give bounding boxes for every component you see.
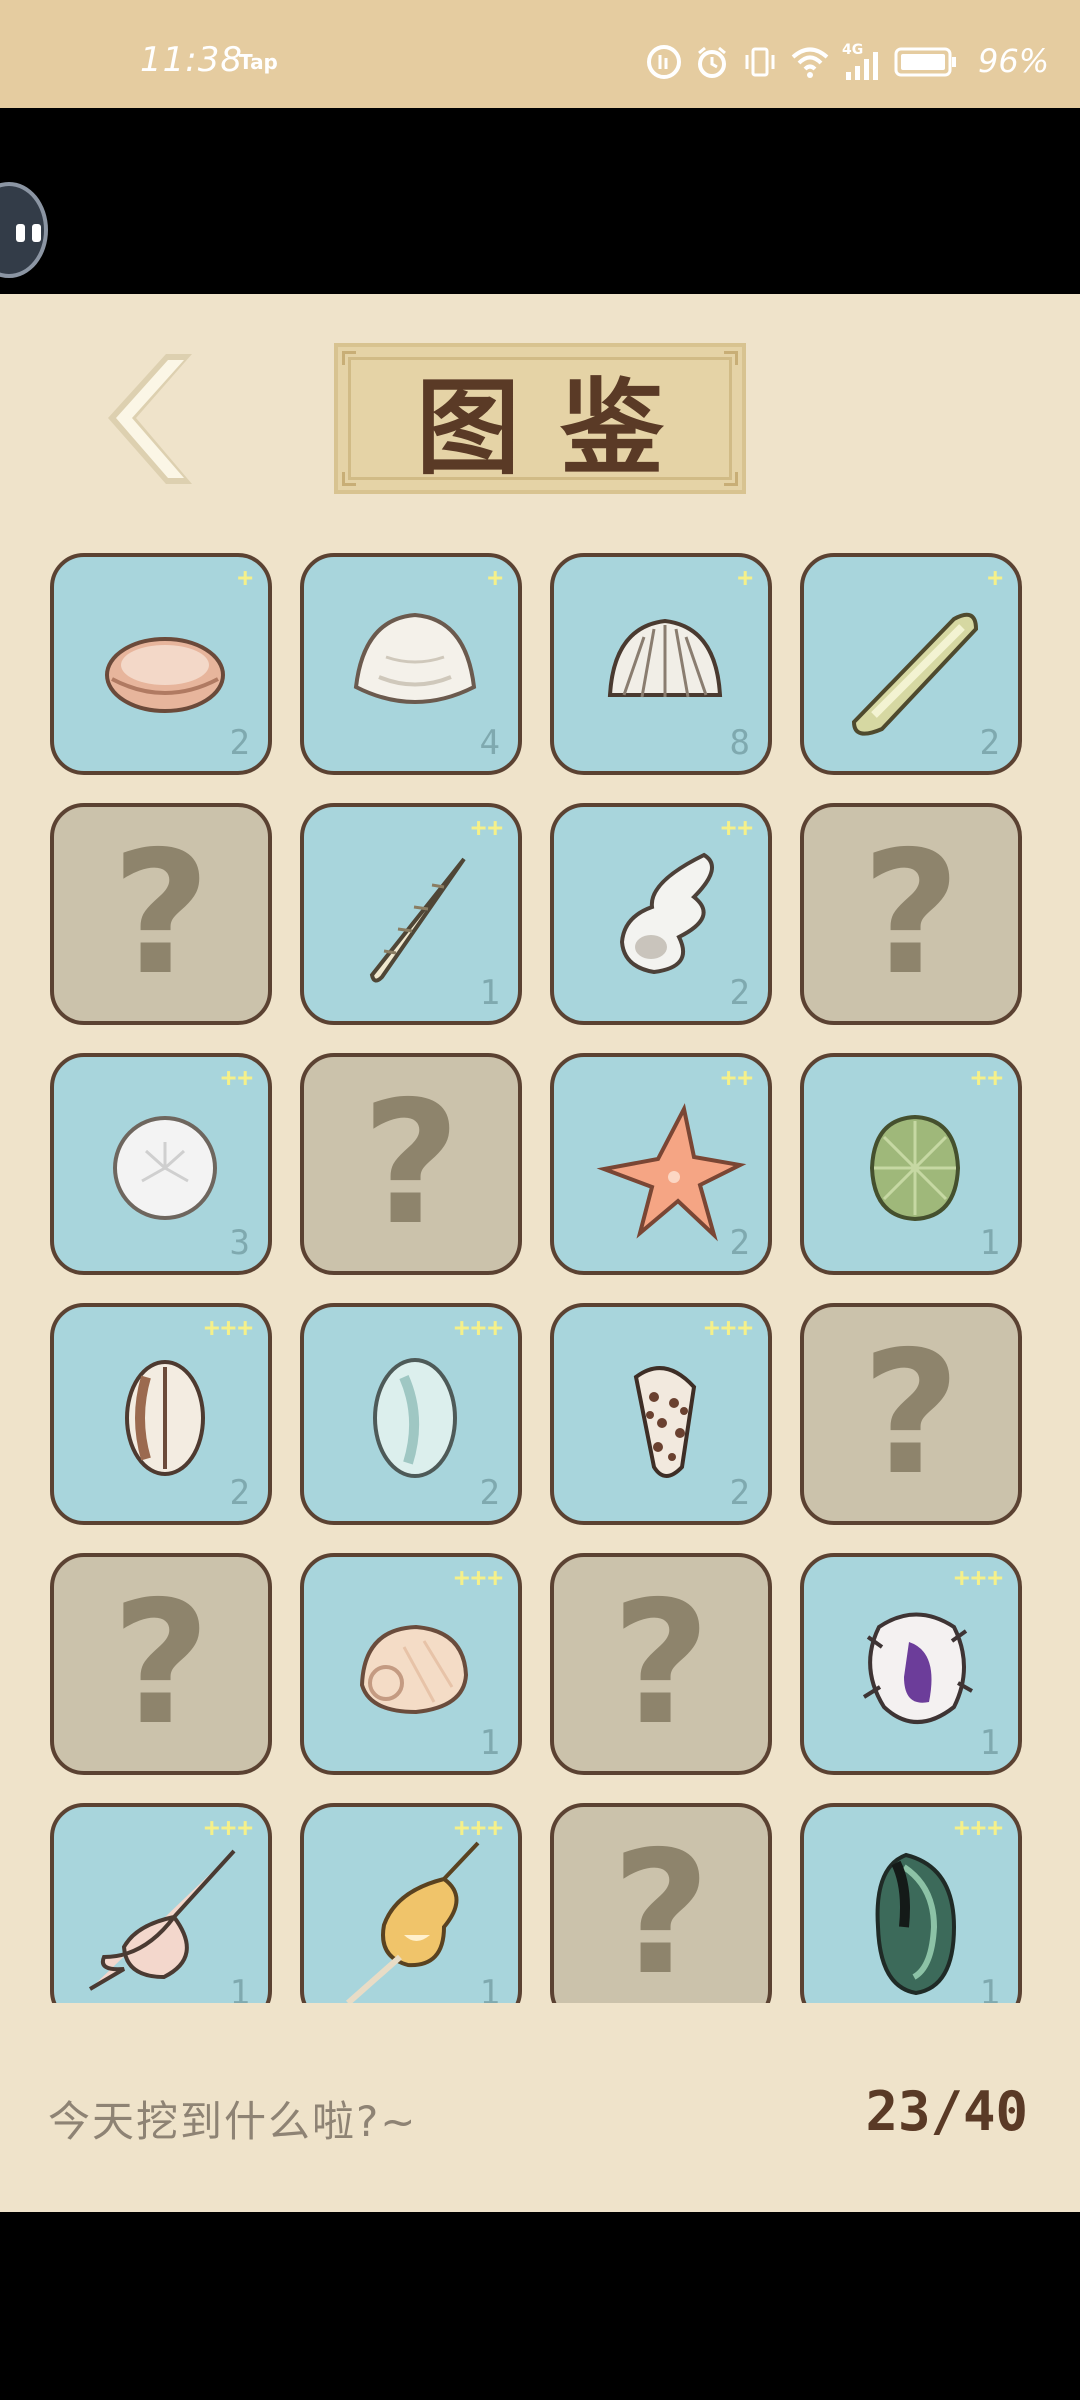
rarity-badge: +++ <box>704 1313 754 1343</box>
footer-hint: 今天挖到什么啦?~ <box>48 2097 418 2146</box>
rarity-badge: ++ <box>220 1063 254 1093</box>
unknown-icon: ? <box>361 1065 461 1263</box>
item-count: 2 <box>729 973 750 1013</box>
item-count: 1 <box>979 1973 1000 2003</box>
status-bar: 11:38 Tap 4G 96% <box>0 0 1080 108</box>
collection-card[interactable]: +2 <box>800 553 1022 775</box>
item-count: 2 <box>729 1223 750 1263</box>
unknown-icon: ? <box>611 1815 711 2003</box>
collection-card[interactable]: +++ 1 <box>800 1553 1022 1775</box>
item-count: 1 <box>479 1723 500 1763</box>
item-count: 1 <box>229 1973 250 2003</box>
title-plate: 图鉴 <box>334 343 746 494</box>
signal-icon: 4G <box>842 42 882 80</box>
status-time: 11:38 <box>140 40 243 80</box>
unknown-icon: ? <box>861 815 961 1013</box>
alarm-icon <box>698 46 726 78</box>
collection-card[interactable]: +2 <box>50 553 272 775</box>
rarity-badge: +++ <box>454 1563 504 1593</box>
rarity-badge: +++ <box>954 1813 1004 1843</box>
collection-card[interactable]: ? <box>50 803 272 1025</box>
unknown-icon: ? <box>861 1315 961 1513</box>
black-band-top <box>0 108 1080 294</box>
collection-progress: 23/40 <box>865 2080 1028 2143</box>
collection-card[interactable]: +4 <box>300 553 522 775</box>
black-band-bottom <box>0 2212 1080 2400</box>
item-count: 2 <box>729 1473 750 1513</box>
item-count: 2 <box>479 1473 500 1513</box>
collection-card[interactable]: ? <box>550 1553 772 1775</box>
page-title: 图鉴 <box>415 367 704 489</box>
collection-card[interactable]: +8 <box>550 553 772 775</box>
collection-card[interactable]: +++ 1 <box>300 1553 522 1775</box>
rarity-badge: +++ <box>204 1813 254 1843</box>
item-count: 2 <box>229 1473 250 1513</box>
rarity-badge: +++ <box>454 1813 504 1843</box>
back-button[interactable] <box>96 348 206 490</box>
data-saver-icon <box>647 45 681 79</box>
rarity-badge: ++ <box>470 813 504 843</box>
rarity-badge: + <box>237 563 254 593</box>
collection-card[interactable]: ++ 2 <box>550 803 772 1025</box>
unknown-icon: ? <box>111 1565 211 1763</box>
item-count: 1 <box>479 1973 500 2003</box>
rarity-badge: +++ <box>454 1313 504 1343</box>
collection-card[interactable]: +++ 1 <box>800 1803 1022 2003</box>
item-count: 2 <box>229 723 250 763</box>
collection-card[interactable]: ? <box>300 1053 522 1275</box>
status-icons: 4G <box>646 42 958 82</box>
collection-card[interactable]: ++ 3 <box>50 1053 272 1275</box>
item-count: 1 <box>979 1723 1000 1763</box>
collection-card[interactable]: +++ 2 <box>550 1303 772 1525</box>
battery-icon <box>894 47 956 77</box>
battery-percent: 96% <box>978 42 1050 80</box>
rarity-badge: +++ <box>954 1563 1004 1593</box>
collection-card[interactable]: ? <box>800 803 1022 1025</box>
collection-grid[interactable]: +2 +4 +8 +2? ++ 1 ++ 2? ++ 3? ++ 2 ++ 1 +++ 2 +++ 2 +++ 2??… <box>0 553 1080 2003</box>
chevron-left-icon <box>108 354 192 484</box>
collection-card[interactable]: +++ 2 <box>50 1303 272 1525</box>
item-count: 2 <box>979 723 1000 763</box>
collection-card[interactable]: ? <box>50 1553 272 1775</box>
collection-card[interactable]: +++ 1 <box>50 1803 272 2003</box>
collection-card[interactable]: ++ 1 <box>300 803 522 1025</box>
item-count: 4 <box>479 723 500 763</box>
rarity-badge: +++ <box>204 1313 254 1343</box>
item-count: 3 <box>229 1223 250 1263</box>
unknown-icon: ? <box>111 815 211 1013</box>
rarity-badge: + <box>487 563 504 593</box>
wifi-icon <box>791 47 829 78</box>
collection-card[interactable]: ++ 2 <box>550 1053 772 1275</box>
item-count: 1 <box>979 1223 1000 1263</box>
collection-card[interactable]: ? <box>800 1303 1022 1525</box>
rarity-badge: + <box>737 563 754 593</box>
rarity-badge: + <box>987 563 1004 593</box>
rarity-badge: ++ <box>970 1063 1004 1093</box>
item-count: 1 <box>479 973 500 1013</box>
collection-card[interactable]: +++ 1 <box>300 1803 522 2003</box>
vibrate-icon <box>745 47 775 77</box>
collection-card[interactable]: ? <box>550 1803 772 2003</box>
rarity-badge: ++ <box>720 813 754 843</box>
unknown-icon: ? <box>611 1565 711 1763</box>
item-count: 8 <box>729 723 750 763</box>
rarity-badge: ++ <box>720 1063 754 1093</box>
app-badge: Tap <box>239 50 278 74</box>
collection-card[interactable]: ++ 1 <box>800 1053 1022 1275</box>
collection-card[interactable]: +++ 2 <box>300 1303 522 1525</box>
